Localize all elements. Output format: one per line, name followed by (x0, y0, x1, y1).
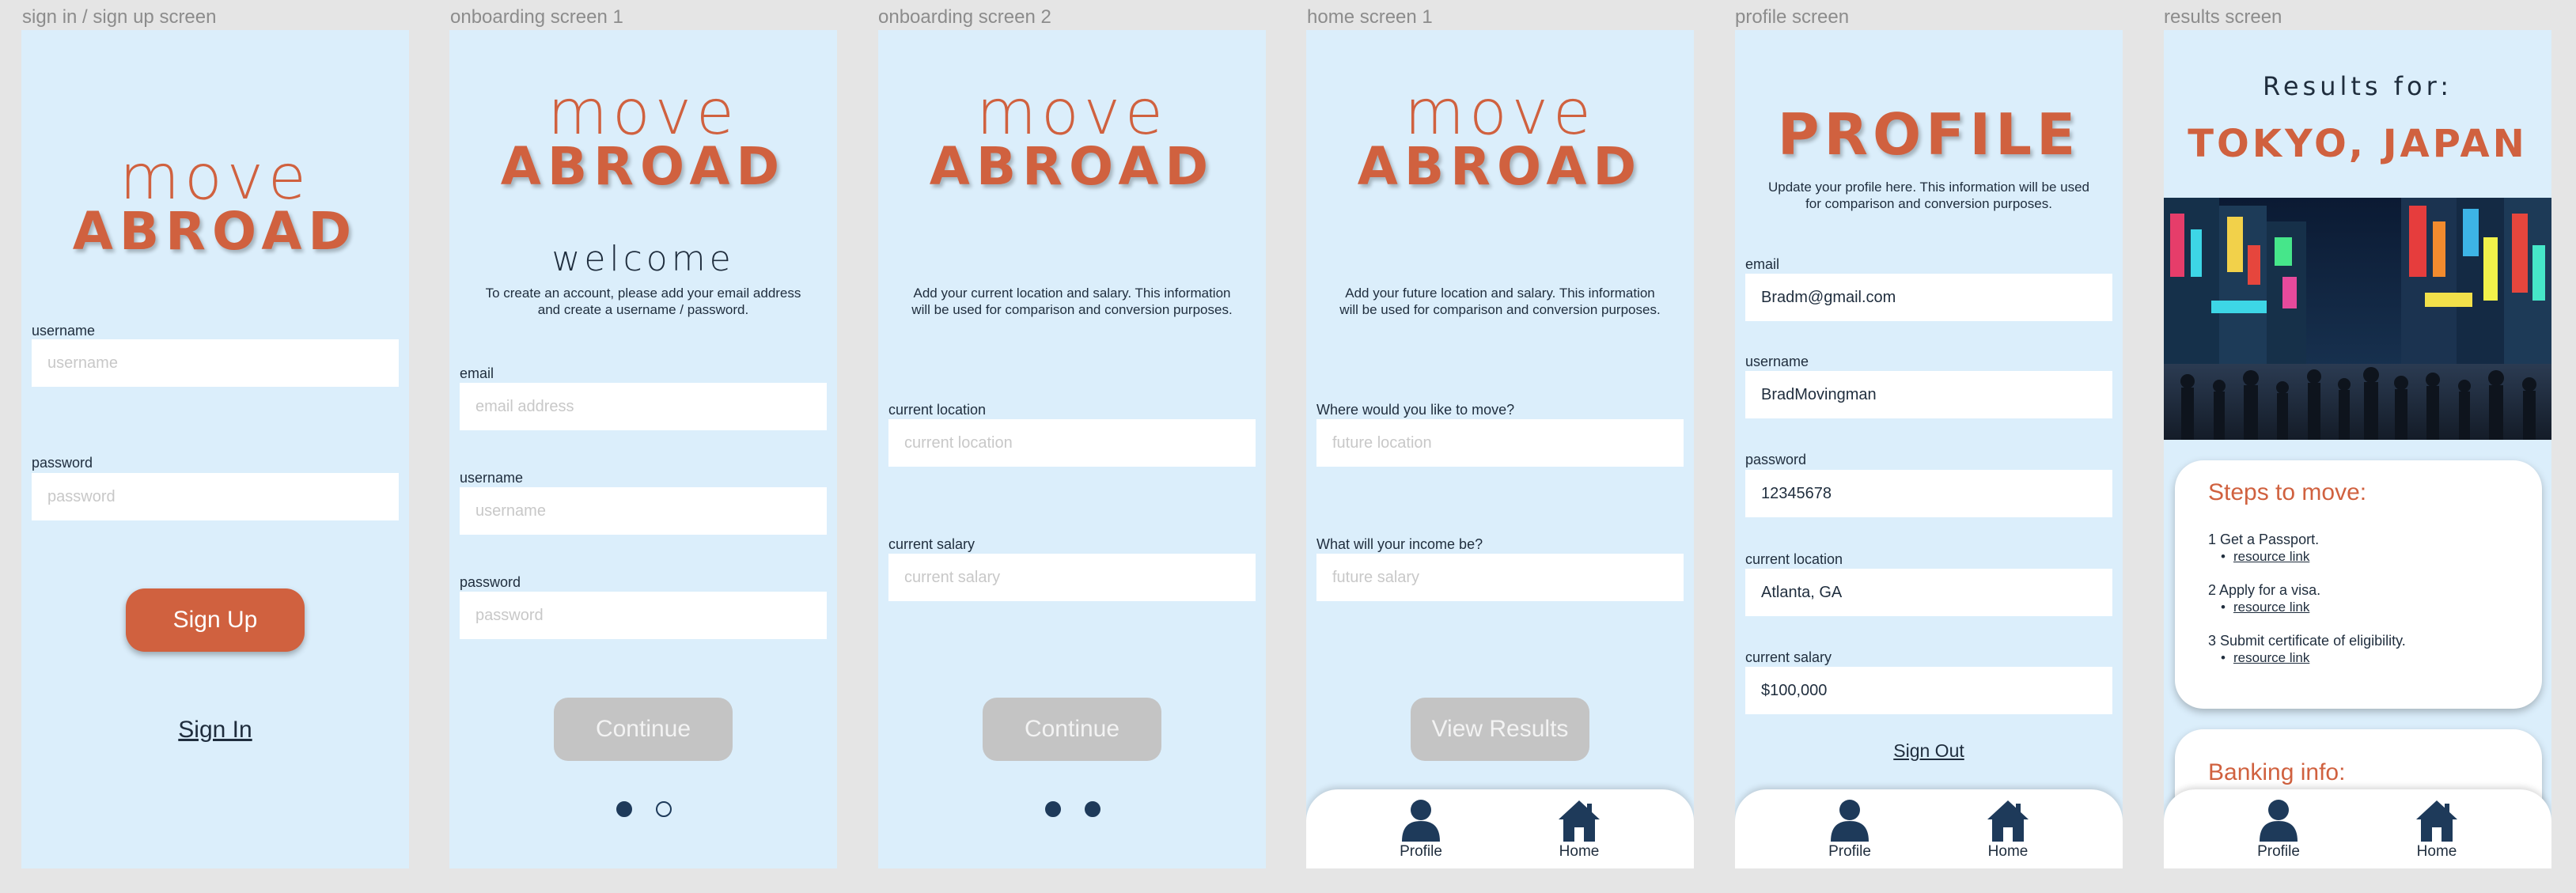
screen-label-results: results screen (2164, 6, 2282, 28)
current-location-label: current location (888, 402, 987, 418)
username-label: username (32, 323, 96, 339)
person-icon (1402, 800, 1440, 842)
email-label: email (1745, 256, 1780, 272)
signup-button[interactable]: Sign Up (126, 588, 305, 652)
banking-title: Banking info: (2208, 759, 2346, 785)
tab-profile-label: Profile (1828, 843, 1871, 860)
logo-abroad: Abroad (929, 136, 1215, 197)
current-location-input[interactable] (1745, 569, 2112, 616)
step-resource-link[interactable]: • resource link (2221, 600, 2309, 615)
home-description: Add your future location and salary. Thi… (1339, 286, 1661, 318)
person-icon (1831, 800, 1869, 842)
results-city: Tokyo, Japan (2188, 122, 2528, 166)
view-results-button[interactable]: View Results (1411, 698, 1589, 761)
onboarding1-screen: move Abroad welcome To create an account… (449, 30, 837, 868)
continue-button[interactable]: Continue (983, 698, 1161, 761)
step-item: 1 Get a Passport. (2208, 532, 2320, 547)
logo-move: move (976, 78, 1168, 149)
current-location-input[interactable] (888, 419, 1256, 467)
tab-profile[interactable]: Profile (1373, 797, 1468, 861)
results-screen: Results for: Tokyo, Japan (2164, 30, 2551, 868)
signout-link[interactable]: Sign Out (1735, 740, 2123, 762)
onboarding1-description: To create an account, please add your em… (485, 286, 801, 318)
email-input[interactable] (1745, 274, 2112, 321)
screen-label-onboarding2: onboarding screen 2 (878, 6, 1051, 28)
continue-button[interactable]: Continue (554, 698, 733, 761)
email-label: email (460, 365, 494, 381)
tab-home[interactable]: Home (2389, 797, 2484, 861)
username-input[interactable] (1745, 371, 2112, 418)
future-location-input[interactable] (1316, 419, 1684, 467)
tab-bar: Profile Home (1735, 789, 2123, 868)
signin-screen: move Abroad username password Sign Up Si… (21, 30, 409, 868)
current-salary-input[interactable] (1745, 667, 2112, 714)
house-icon (1987, 800, 2029, 842)
tab-profile-label: Profile (1400, 843, 1442, 860)
password-input[interactable] (32, 473, 399, 520)
house-icon (1559, 800, 1600, 842)
logo-abroad: Abroad (72, 201, 358, 262)
username-input[interactable] (32, 339, 399, 387)
tab-bar: Profile Home (2164, 789, 2551, 868)
current-salary-label: current salary (888, 536, 975, 552)
future-salary-input[interactable] (1316, 554, 1684, 601)
person-icon (2260, 800, 2298, 842)
screen-label-onboarding1: onboarding screen 1 (450, 6, 623, 28)
tab-home-label: Home (1987, 843, 2029, 860)
steps-title: Steps to move: (2208, 479, 2367, 505)
onboarding2-screen: move Abroad Add your current location an… (878, 30, 1266, 868)
profile-description: Update your profile here. This informati… (1767, 180, 2089, 212)
username-label: username (460, 470, 524, 486)
tab-profile[interactable]: Profile (2231, 797, 2326, 861)
page-dot-active (616, 801, 632, 817)
step-resource-link[interactable]: • resource link (2221, 549, 2309, 565)
tab-home[interactable]: Home (1532, 797, 1627, 861)
step-item: 3 Submit certificate of eligibility. (2208, 633, 2406, 649)
screen-label-signin: sign in / sign up screen (22, 6, 217, 28)
current-location-label: current location (1745, 551, 1843, 567)
page-dot (1045, 801, 1061, 817)
password-input[interactable] (1745, 470, 2112, 517)
onboarding2-description: Add your current location and salary. Th… (911, 286, 1233, 318)
city-photo (2164, 198, 2551, 440)
future-income-label: What will your income be? (1316, 536, 1483, 552)
screen-label-profile: profile screen (1735, 6, 1850, 28)
logo-move: move (547, 78, 739, 149)
house-icon (2416, 800, 2457, 842)
username-label: username (1745, 354, 1809, 369)
tab-profile[interactable]: Profile (1802, 797, 1897, 861)
step-item: 2 Apply for a visa. (2208, 582, 2321, 598)
welcome-heading: welcome (551, 239, 735, 279)
password-label: password (32, 455, 93, 471)
current-salary-label: current salary (1745, 649, 1832, 665)
home-screen: move Abroad Add your future location and… (1306, 30, 1694, 868)
future-location-label: Where would you like to move? (1316, 402, 1515, 418)
page-dot-active (1085, 801, 1100, 817)
results-for-heading: Results for: (2263, 71, 2453, 101)
signin-link[interactable]: Sign In (21, 717, 409, 744)
tab-home[interactable]: Home (1960, 797, 2055, 861)
screen-label-home: home screen 1 (1307, 6, 1433, 28)
tokyo-street-image (2164, 198, 2551, 440)
page-dot (656, 801, 672, 817)
logo-move: move (119, 142, 311, 214)
password-label: password (460, 574, 521, 590)
profile-title: Profile (1777, 101, 2081, 168)
tab-bar: Profile Home (1306, 789, 1694, 868)
email-input[interactable] (460, 383, 827, 430)
tab-home-label: Home (1559, 843, 1600, 860)
password-label: password (1745, 452, 1807, 467)
logo-abroad: Abroad (500, 136, 786, 197)
step-resource-link[interactable]: • resource link (2221, 650, 2309, 666)
profile-screen: Profile Update your profile here. This i… (1735, 30, 2123, 868)
current-salary-input[interactable] (888, 554, 1256, 601)
steps-card: Steps to move: 1 Get a Passport. • resour… (2175, 460, 2542, 709)
logo-move: move (1404, 78, 1596, 149)
logo-abroad: Abroad (1357, 136, 1643, 197)
username-input[interactable] (460, 487, 827, 535)
tab-home-label: Home (2416, 843, 2457, 860)
tab-profile-label: Profile (2257, 843, 2300, 860)
password-input[interactable] (460, 592, 827, 639)
